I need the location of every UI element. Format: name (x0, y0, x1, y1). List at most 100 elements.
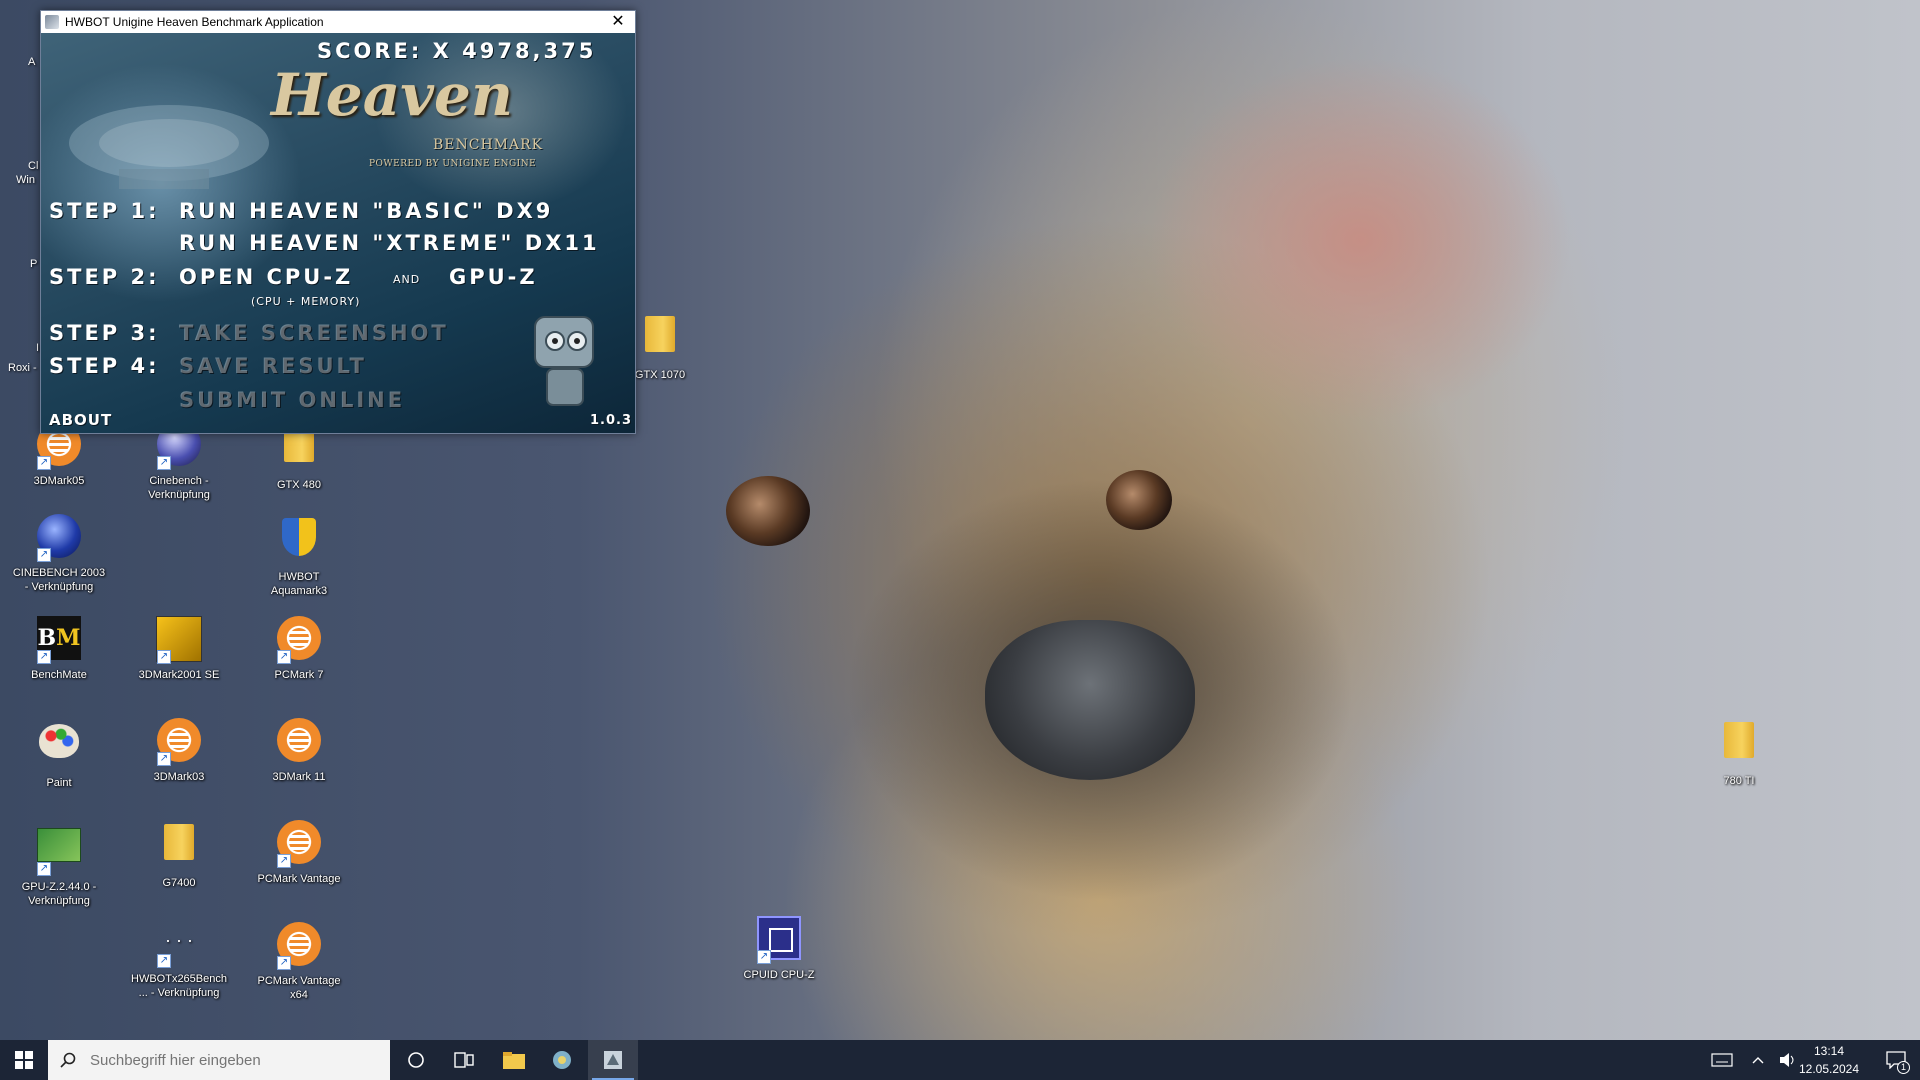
folder-icon (645, 316, 675, 352)
taskbar-app-gear[interactable] (538, 1040, 586, 1080)
heaven-benchmark-window[interactable]: HWBOT Unigine Heaven Benchmark Applicati… (40, 10, 636, 434)
step2-label: STEP 2: (49, 265, 160, 289)
partial-icon-label[interactable]: I (36, 342, 39, 354)
heaven-app-icon (604, 1051, 622, 1069)
heaven-logo-subtitle: BENCHMARK (433, 137, 544, 153)
notification-count-badge: 1 (1897, 1061, 1910, 1074)
paint-palette-icon (39, 724, 79, 758)
task-view-icon (454, 1052, 474, 1068)
desktop-icon-label: Paint (46, 777, 72, 789)
search-icon (60, 1052, 76, 1068)
desktop-icon-benchmate[interactable]: BM ↗ BenchMate (11, 614, 107, 682)
show-hidden-icons-button[interactable] (1746, 1040, 1770, 1080)
desktop-icon-label: 3DMark2001 SE (138, 669, 220, 681)
save-result-button[interactable]: SAVE RESULT (179, 354, 367, 378)
keyboard-tray-button[interactable] (1704, 1040, 1740, 1080)
folder-icon (1724, 722, 1754, 758)
desktop-icon-label: Cinebench - Verknüpfung (148, 475, 210, 501)
partial-icon-label[interactable]: P (30, 258, 37, 270)
desktop-icon-paint[interactable]: Paint (11, 716, 107, 790)
airship-illustration-icon (69, 105, 269, 189)
partial-icon-label[interactable]: Cl (28, 160, 38, 172)
chevron-up-icon (1752, 1057, 1764, 1064)
desktop-icon-label: G7400 (162, 877, 196, 889)
run-xtreme-button[interactable]: RUN HEAVEN "XTREME" DX11 (179, 231, 600, 255)
desktop-icon-label: 780 TI (1723, 775, 1755, 787)
partial-icon-label[interactable]: Win (16, 174, 35, 186)
task-view-button[interactable] (440, 1040, 488, 1080)
shortcut-arrow-icon: ↗ (277, 956, 291, 970)
cortana-button[interactable] (392, 1040, 440, 1080)
wallpaper-dog-eye-right (1106, 470, 1172, 530)
cpu-memory-note: (CPU + MEMORY) (251, 295, 361, 308)
desktop-icon-label: HWBOTx265Bench... - Verknüpfung (131, 973, 227, 999)
desktop-icon-aquamark[interactable]: HWBOT Aquamark3 (251, 512, 347, 598)
submit-online-button[interactable]: SUBMIT ONLINE (179, 388, 405, 412)
run-basic-button[interactable]: RUN HEAVEN "BASIC" DX9 (179, 199, 553, 223)
shortcut-arrow-icon: ↗ (277, 650, 291, 664)
close-button[interactable]: ✕ (601, 11, 635, 33)
heaven-logo: Heaven (271, 61, 514, 129)
desktop-icon-label: CINEBENCH 2003 - Verknüpfung (12, 567, 106, 593)
shortcut-arrow-icon: ↗ (37, 548, 51, 562)
robot-mascot-icon (534, 316, 594, 406)
clock[interactable]: 13:14 12.05.2024 (1794, 1042, 1864, 1078)
desktop-icon-label: 3DMark 11 (272, 771, 326, 783)
open-gpuz-button[interactable]: GPU-Z (449, 265, 538, 289)
shortcut-arrow-icon: ↗ (37, 650, 51, 664)
desktop-icon-3dmark2001[interactable]: ↗ 3DMark2001 SE (131, 614, 227, 682)
search-input[interactable] (88, 1050, 372, 1070)
shortcut-arrow-icon: ↗ (157, 752, 171, 766)
clock-date: 12.05.2024 (1798, 1062, 1860, 1076)
taskbar: 13:14 12.05.2024 1 (0, 1040, 1920, 1080)
partial-icon-label[interactable]: Roxi - (8, 362, 37, 374)
and-label: AND (393, 273, 421, 286)
desktop-icon-label: 3DMark05 (33, 475, 85, 487)
desktop-icon-x265[interactable]: · · · ↗ HWBOTx265Bench... - Verknüpfung (131, 920, 227, 1000)
desktop-icon-label: CPUID CPU-Z (743, 969, 815, 981)
desktop-icon-pcmarkvantage[interactable]: ↗ PCMark Vantage (251, 818, 347, 886)
shortcut-arrow-icon: ↗ (157, 954, 171, 968)
heaven-logo-powered: POWERED BY UNIGINE ENGINE (369, 159, 537, 169)
step1-label: STEP 1: (49, 199, 160, 223)
shortcut-arrow-icon: ↗ (157, 456, 171, 470)
desktop-icon-pcmarkvantage64[interactable]: ↗ PCMark Vantage x64 (251, 920, 347, 1002)
desktop-icon-label: GPU-Z.2.44.0 - Verknüpfung (21, 881, 97, 907)
taskbar-app-heaven[interactable] (588, 1040, 638, 1080)
desktop-icon-gpuz[interactable]: ↗ GPU-Z.2.44.0 - Verknüpfung (11, 818, 107, 908)
start-button[interactable] (0, 1040, 48, 1080)
desktop-icon-3dmark11[interactable]: 3DMark 11 (251, 716, 347, 784)
file-explorer-button[interactable] (490, 1040, 538, 1080)
version-label: 1.0.3 (589, 413, 632, 428)
window-titlebar[interactable]: HWBOT Unigine Heaven Benchmark Applicati… (41, 11, 635, 33)
folder-icon (503, 1052, 525, 1069)
desktop-icon-cpuz[interactable]: ↗ CPUID CPU-Z (731, 914, 827, 982)
open-cpuz-button[interactable]: OPEN CPU-Z (179, 265, 353, 289)
shortcut-arrow-icon: ↗ (757, 950, 771, 964)
partial-icon-label[interactable]: A (28, 56, 35, 68)
take-screenshot-button[interactable]: TAKE SCREENSHOT (179, 321, 449, 345)
cortana-circle-icon (408, 1052, 424, 1068)
step4-label: STEP 4: (49, 354, 160, 378)
desktop-icon-label: BenchMate (31, 669, 87, 681)
desktop-icon-g7400[interactable]: G7400 (131, 818, 227, 890)
action-center-button[interactable]: 1 (1872, 1040, 1920, 1080)
desktop-icon-cinebench2003[interactable]: ↗ CINEBENCH 2003 - Verknüpfung (11, 512, 107, 594)
gpuz-card-icon (37, 828, 81, 862)
clock-time: 13:14 (1813, 1044, 1845, 1058)
desktop-icon-label: PCMark Vantage (257, 873, 341, 885)
desktop-icon-3dmark03[interactable]: ↗ 3DMark03 (131, 716, 227, 784)
gear-app-icon (553, 1051, 571, 1069)
desktop-icon-label: HWBOT Aquamark3 (270, 571, 328, 597)
desktop-icon-label: 3DMark03 (153, 771, 205, 783)
shortcut-arrow-icon: ↗ (37, 862, 51, 876)
desktop-icon-pcmark7[interactable]: ↗ PCMark 7 (251, 614, 347, 682)
taskbar-search-box[interactable] (48, 1040, 390, 1080)
shortcut-arrow-icon: ↗ (277, 854, 291, 868)
desktop-icon-label: GTX 480 (276, 479, 322, 491)
step3-label: STEP 3: (49, 321, 160, 345)
windows-logo-icon (15, 1051, 33, 1069)
desktop-icon-780ti[interactable]: 780 TI (1691, 716, 1787, 788)
desktop-icon-label: PCMark Vantage x64 (257, 975, 341, 1001)
about-button[interactable]: ABOUT (49, 411, 112, 429)
